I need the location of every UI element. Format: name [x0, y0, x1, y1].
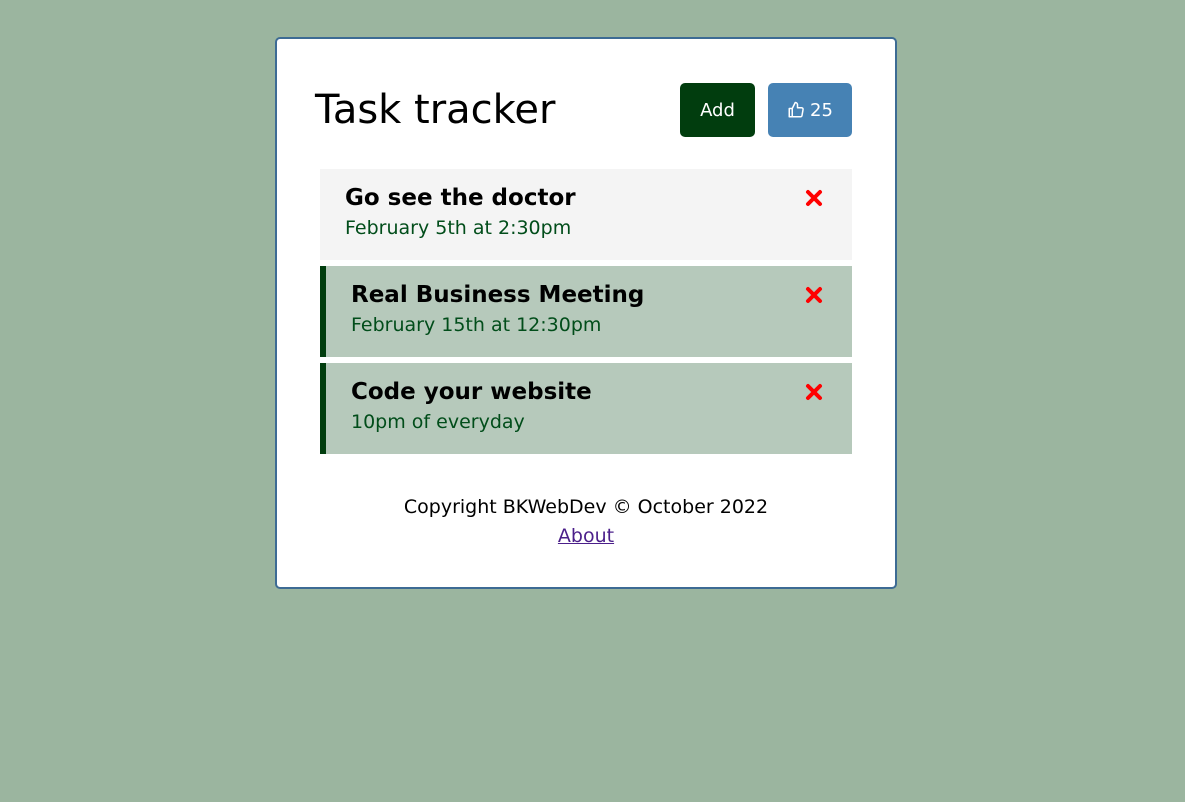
thumbs-up-icon — [787, 101, 805, 119]
task-item[interactable]: Go see the doctor February 5th at 2:30pm — [320, 169, 852, 260]
like-button[interactable]: 25 — [768, 83, 852, 137]
task-item[interactable]: Code your website 10pm of everyday — [320, 363, 852, 454]
task-item[interactable]: Real Business Meeting February 15th at 1… — [320, 266, 852, 357]
copyright-text: Copyright BKWebDev © October 2022 — [403, 496, 769, 518]
task-day: February 5th at 2:30pm — [345, 216, 572, 239]
delete-icon[interactable] — [805, 383, 823, 401]
add-button[interactable]: Add — [680, 83, 755, 137]
task-day: February 15th at 12:30pm — [351, 313, 602, 336]
task-list: Go see the doctor February 5th at 2:30pm… — [320, 169, 852, 460]
delete-icon[interactable] — [805, 286, 823, 304]
task-title: Real Business Meeting — [351, 282, 645, 308]
delete-icon[interactable] — [805, 189, 823, 207]
about-link[interactable]: About — [558, 525, 614, 547]
footer: Copyright BKWebDev © October 2022 About — [277, 493, 895, 550]
header: Task tracker Add 25 — [315, 83, 853, 137]
task-title: Code your website — [351, 379, 592, 405]
task-tracker-card: Task tracker Add 25 Go see the doctor Fe… — [275, 37, 897, 589]
like-count: 25 — [810, 99, 833, 121]
task-title: Go see the doctor — [345, 185, 576, 211]
task-day: 10pm of everyday — [351, 410, 525, 433]
page-title: Task tracker — [315, 87, 556, 133]
